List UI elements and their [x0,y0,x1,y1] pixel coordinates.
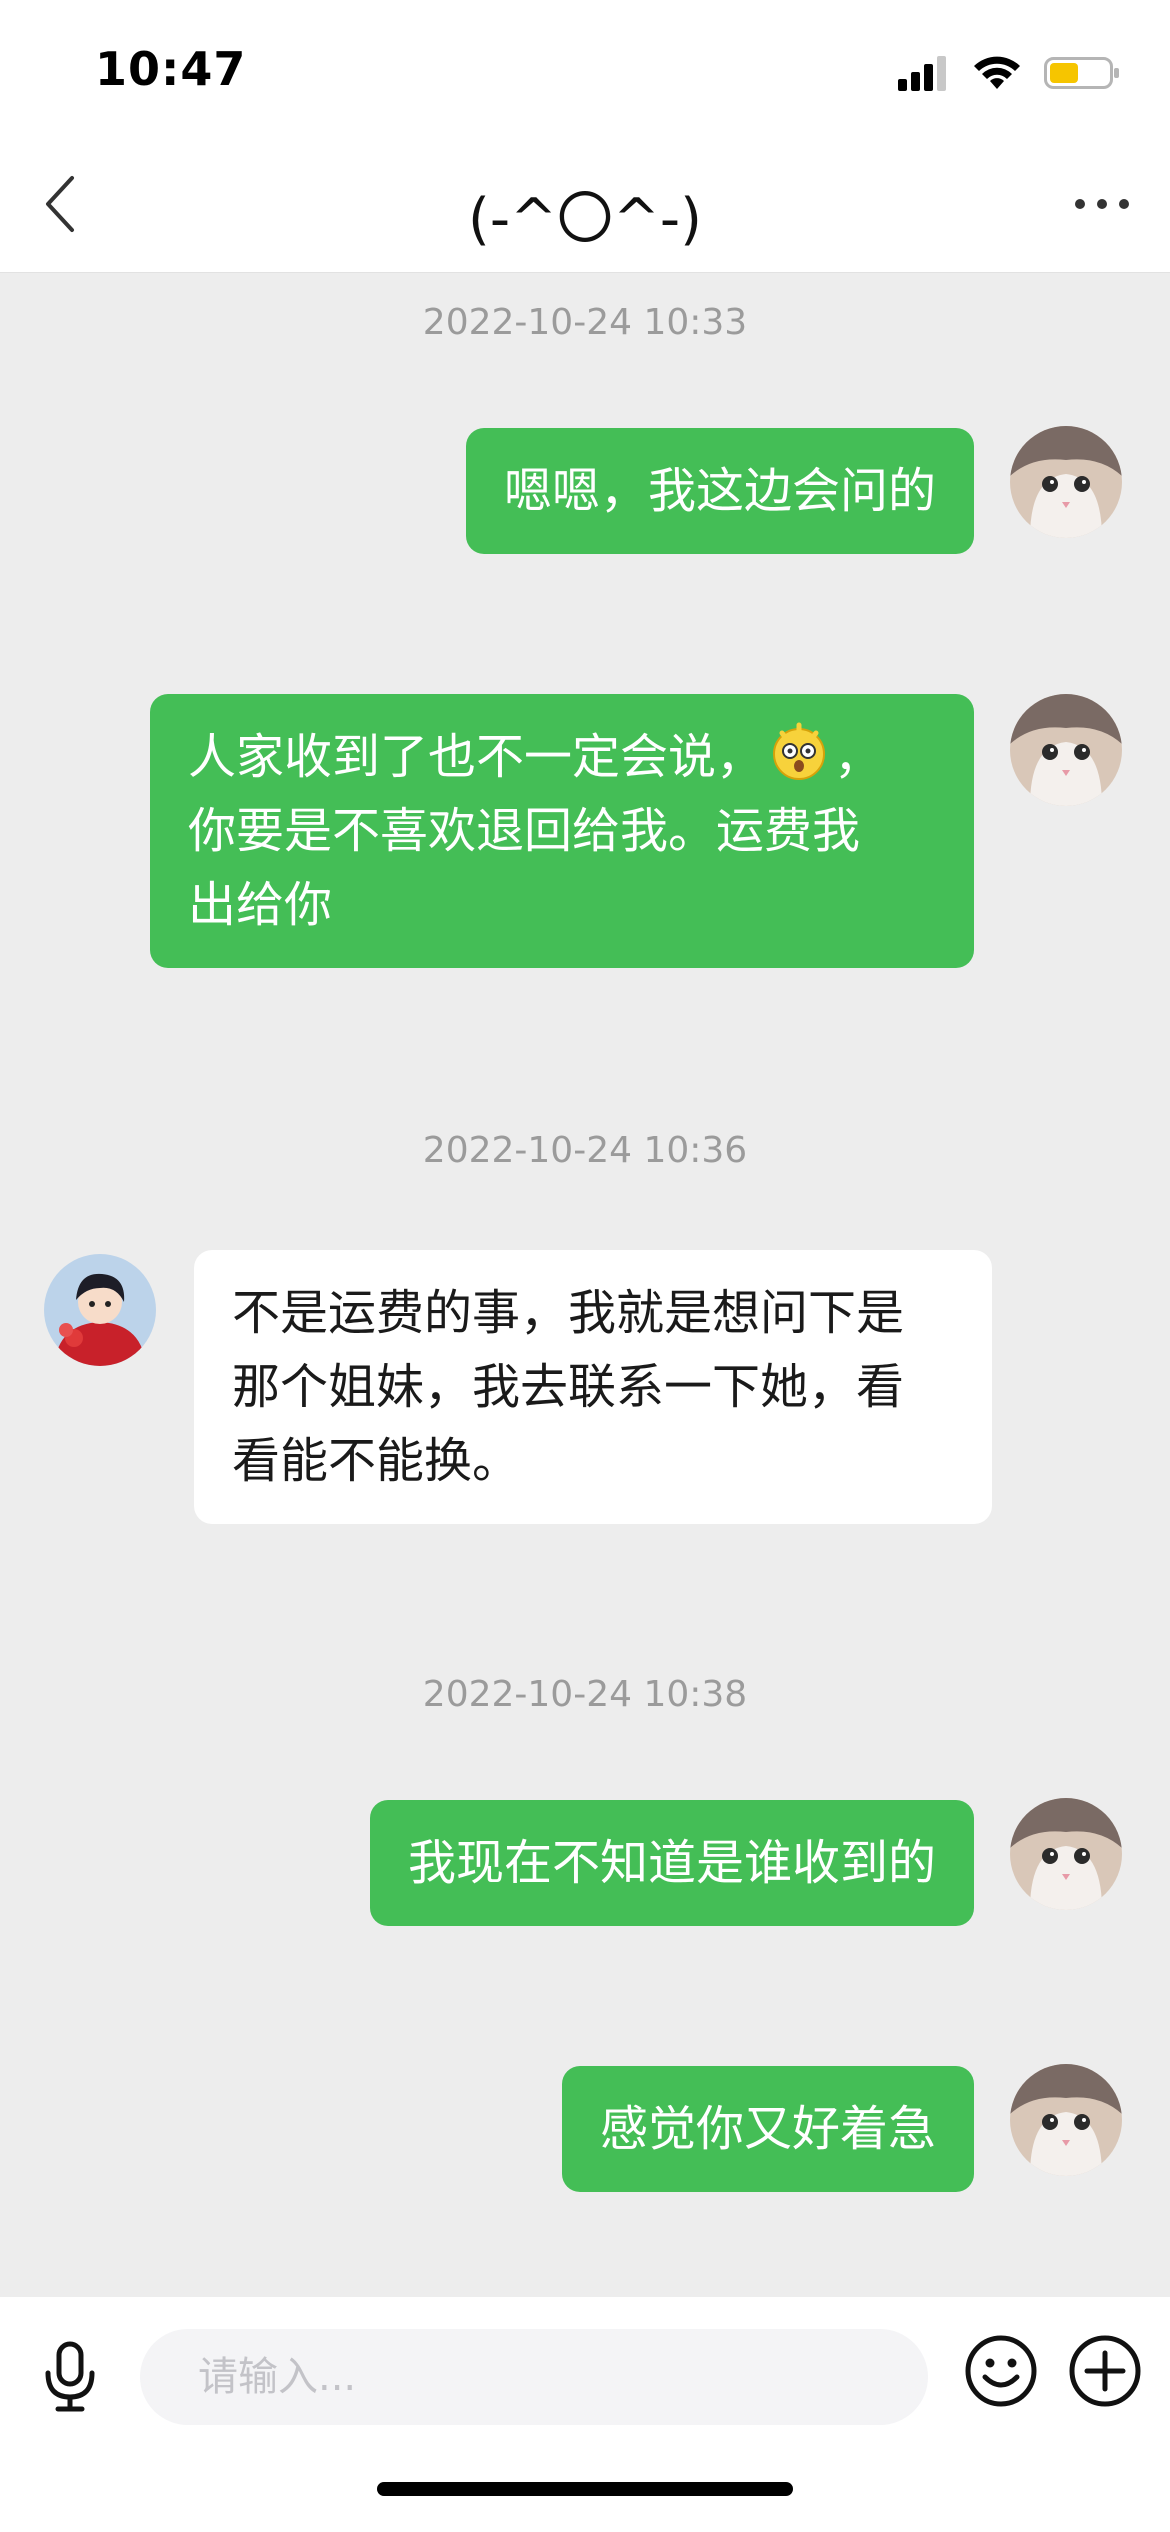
emoji-button[interactable] [963,2333,1039,2409]
sent-message-bubble[interactable]: 感觉你又好着急 [561,2066,974,2192]
message-timestamp: 2022-10-24 10:33 [422,302,748,343]
message-list[interactable]: 2022-10-24 10:33 嗯嗯，我这边会问的 人家收到了也不一定会说， … [0,272,1170,2297]
my-avatar[interactable] [1010,426,1122,538]
kitten-avatar-image [1010,694,1122,806]
kitten-avatar-image [1010,426,1122,538]
kitten-avatar-image [1010,1798,1122,1910]
sent-message-bubble[interactable]: 我现在不知道是谁收到的 [369,1800,974,1926]
voice-input-button[interactable] [30,2327,110,2427]
message-line: 人家收到了也不一定会说， ， [188,720,936,794]
cellular-signal-icon [898,56,946,91]
message-text: 感觉你又好着急 [599,2101,936,2157]
anime-boy-avatar-image [44,1254,156,1366]
wifi-icon [974,56,1020,89]
more-options-button[interactable] [1062,172,1142,236]
home-indicator [377,2482,793,2496]
message-timestamp: 2022-10-24 10:36 [422,1130,748,1171]
message-line: 那个姐妹，我去联系一下她，看 [232,1359,905,1415]
my-avatar[interactable] [1010,2064,1122,2176]
chat-title: (-^〇^-) [468,187,702,252]
message-text: 嗯嗯，我这边会问的 [503,463,936,519]
message-line: 看能不能换。 [232,1433,521,1489]
plus-circle-icon [1069,2335,1141,2407]
battery-icon [1044,57,1119,89]
sent-message-bubble[interactable]: 人家收到了也不一定会说， ， 你要是不喜欢退回给我。运费我 出给你 [150,694,974,968]
status-bar: 10:47 [0,0,1170,140]
message-timestamp: 2022-10-24 10:38 [422,1674,748,1715]
message-line: 出给你 [188,877,333,933]
message-input[interactable] [140,2329,928,2425]
more-dots-icon [1075,199,1129,209]
more-actions-button[interactable] [1067,2333,1143,2409]
smiley-icon [965,2335,1037,2407]
my-avatar[interactable] [1010,1798,1122,1910]
kitten-avatar-image [1010,2064,1122,2176]
received-message-bubble[interactable]: 不是运费的事，我就是想问下是 那个姐妹，我去联系一下她，看 看能不能换。 [194,1250,992,1524]
message-line: 不是运费的事，我就是想问下是 [232,1285,905,1341]
message-composer [0,2297,1170,2532]
dizzy-face-emoji-icon [773,722,826,780]
status-time: 10:47 [95,42,247,96]
sent-message-bubble[interactable]: 嗯嗯，我这边会问的 [465,428,974,554]
message-text: 我现在不知道是谁收到的 [407,1835,936,1891]
message-line: 你要是不喜欢退回给我。运费我 [188,803,861,859]
my-avatar[interactable] [1010,694,1122,806]
contact-avatar[interactable] [44,1254,156,1366]
microphone-icon [45,2341,95,2412]
status-icons [898,48,1120,98]
chat-header: (-^〇^-) [0,140,1170,273]
